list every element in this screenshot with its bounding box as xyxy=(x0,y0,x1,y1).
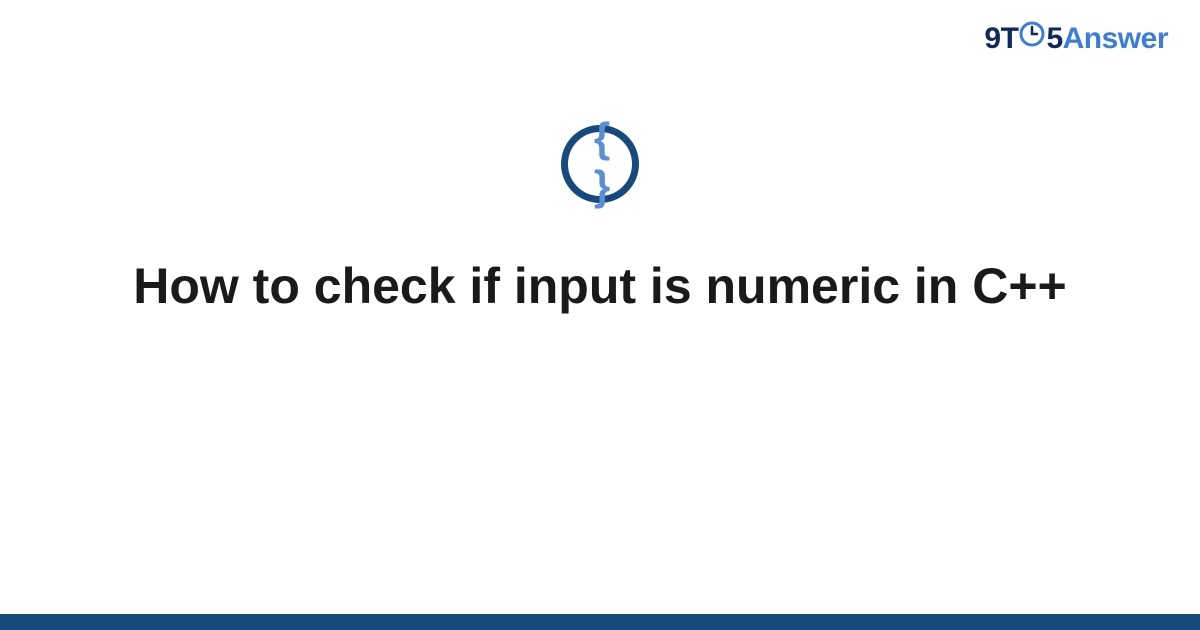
main-content: { } How to check if input is numeric in … xyxy=(0,125,1200,317)
code-braces-icon: { } xyxy=(561,125,639,203)
logo-nine: 9 xyxy=(984,22,1000,55)
braces-glyph: { } xyxy=(584,114,616,210)
logo-answer: Answer xyxy=(1063,22,1168,55)
logo-five: 5 xyxy=(1046,22,1062,55)
footer-bar xyxy=(0,614,1200,630)
logo-t: T xyxy=(1001,22,1019,55)
site-logo: 9T5Answer xyxy=(984,22,1168,57)
clock-icon xyxy=(1019,21,1045,55)
page-title: How to check if input is numeric in C++ xyxy=(0,256,1200,317)
